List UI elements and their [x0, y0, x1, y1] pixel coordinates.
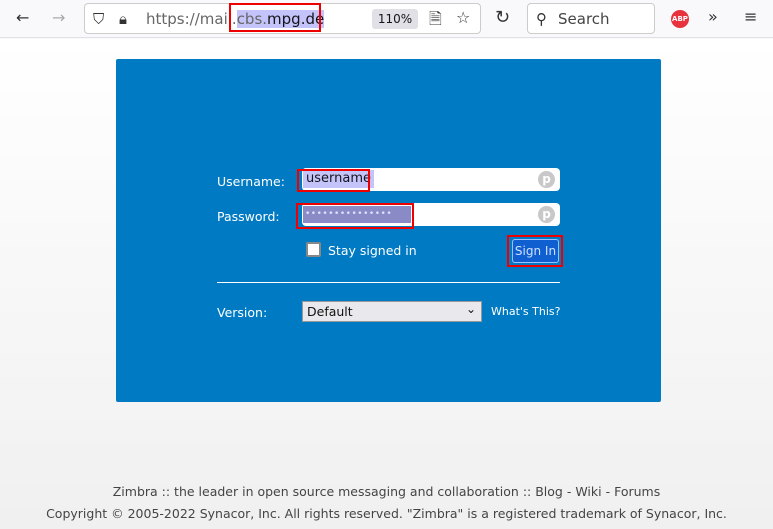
menu-icon[interactable]: ≡ — [744, 7, 757, 27]
footer-tagline: Zimbra :: the leader in open source mess… — [0, 484, 773, 499]
blog-link[interactable]: Blog — [535, 484, 563, 499]
version-select[interactable]: Default ⌄ — [302, 301, 482, 322]
url-bar[interactable]: ⛉ 🔒︎ https://mail.cbs.mpg.de 110% 🗎︎ ☆ — [84, 3, 481, 34]
username-input[interactable]: username p — [302, 168, 560, 191]
login-panel — [116, 59, 661, 402]
zoom-level[interactable]: 110% — [372, 9, 418, 29]
browser-toolbar: ← → ⛉ 🔒︎ https://mail.cbs.mpg.de 110% 🗎︎… — [0, 0, 773, 38]
adblock-icon[interactable]: ABP — [671, 10, 689, 28]
search-box[interactable]: ⚲ Search — [527, 3, 655, 34]
divider — [217, 282, 560, 283]
password-input[interactable]: ••••••••••••••• p — [302, 203, 560, 226]
version-value: Default — [307, 304, 353, 319]
back-icon[interactable]: ← — [16, 8, 29, 28]
lock-icon[interactable]: 🔒︎ — [119, 9, 127, 29]
search-placeholder: Search — [558, 10, 610, 28]
version-label: Version: — [217, 305, 268, 320]
bookmark-star-icon[interactable]: ☆ — [456, 8, 470, 28]
url-domain: mpg.de — [267, 10, 325, 28]
stay-signed-in-label[interactable]: Stay signed in — [328, 243, 417, 258]
forums-link[interactable]: Forums — [614, 484, 660, 499]
password-label: Password: — [217, 209, 280, 224]
url-prefix: https://mail. — [146, 10, 237, 28]
url-text[interactable]: https://mail.cbs.mpg.de — [146, 10, 325, 28]
shield-icon[interactable]: ⛉ — [93, 9, 104, 29]
password-value: ••••••••••••••• — [303, 206, 411, 223]
url-selected: cbs. — [236, 10, 268, 28]
stay-signed-in-checkbox[interactable] — [306, 242, 321, 257]
separator: - — [562, 484, 576, 499]
wiki-link[interactable]: Wiki — [575, 484, 601, 499]
copyright: Copyright © 2005-2022 Synacor, Inc. All … — [46, 506, 727, 521]
password-manager-icon[interactable]: p — [538, 206, 555, 223]
password-manager-icon[interactable]: p — [538, 171, 555, 188]
overflow-icon[interactable]: » — [708, 7, 718, 27]
chevron-down-icon: ⌄ — [465, 302, 476, 316]
username-value: username — [303, 170, 374, 188]
separator: - — [601, 484, 615, 499]
reload-icon[interactable]: ↻ — [495, 8, 510, 28]
tagline-text: Zimbra :: the leader in open source mess… — [112, 484, 536, 499]
sign-in-button[interactable]: Sign In — [512, 239, 559, 263]
forward-icon[interactable]: → — [52, 8, 65, 28]
username-label: Username: — [217, 174, 285, 189]
whats-this-link[interactable]: What's This? — [491, 305, 560, 318]
search-icon: ⚲ — [536, 10, 547, 28]
reader-view-icon[interactable]: 🗎︎ — [429, 9, 442, 29]
